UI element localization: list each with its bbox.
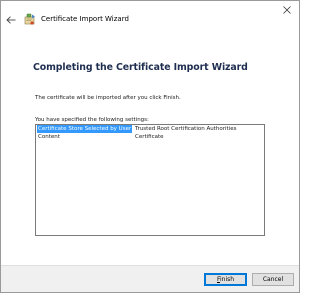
- close-icon: [283, 6, 291, 14]
- wizard-title: Certificate Import Wizard: [41, 15, 129, 23]
- setting-name: Content: [38, 134, 60, 140]
- button-bar: Finish Cancel: [1, 265, 299, 292]
- settings-list[interactable]: Certificate Store Selected by User Trust…: [35, 124, 265, 236]
- setting-value: Trusted Root Certification Authorities: [135, 126, 237, 132]
- info-text: The certificate will be imported after y…: [35, 95, 181, 101]
- wizard-header: Certificate Import Wizard: [1, 11, 271, 31]
- settings-label: You have specified the following setting…: [35, 117, 149, 123]
- setting-name: Certificate Store Selected by User: [37, 125, 133, 133]
- finish-button[interactable]: Finish: [204, 273, 247, 286]
- settings-row[interactable]: Content Certificate: [36, 133, 264, 141]
- page-heading: Completing the Certificate Import Wizard: [33, 62, 248, 73]
- wizard-window: Certificate Import Wizard Completing the…: [0, 0, 300, 293]
- close-button[interactable]: [275, 1, 299, 19]
- cancel-button[interactable]: Cancel: [252, 273, 294, 286]
- settings-row[interactable]: Certificate Store Selected by User Trust…: [36, 125, 264, 133]
- certificate-wizard-icon: [24, 13, 35, 25]
- back-button[interactable]: [4, 13, 18, 27]
- back-arrow-icon: [6, 16, 16, 24]
- setting-value: Certificate: [135, 134, 164, 140]
